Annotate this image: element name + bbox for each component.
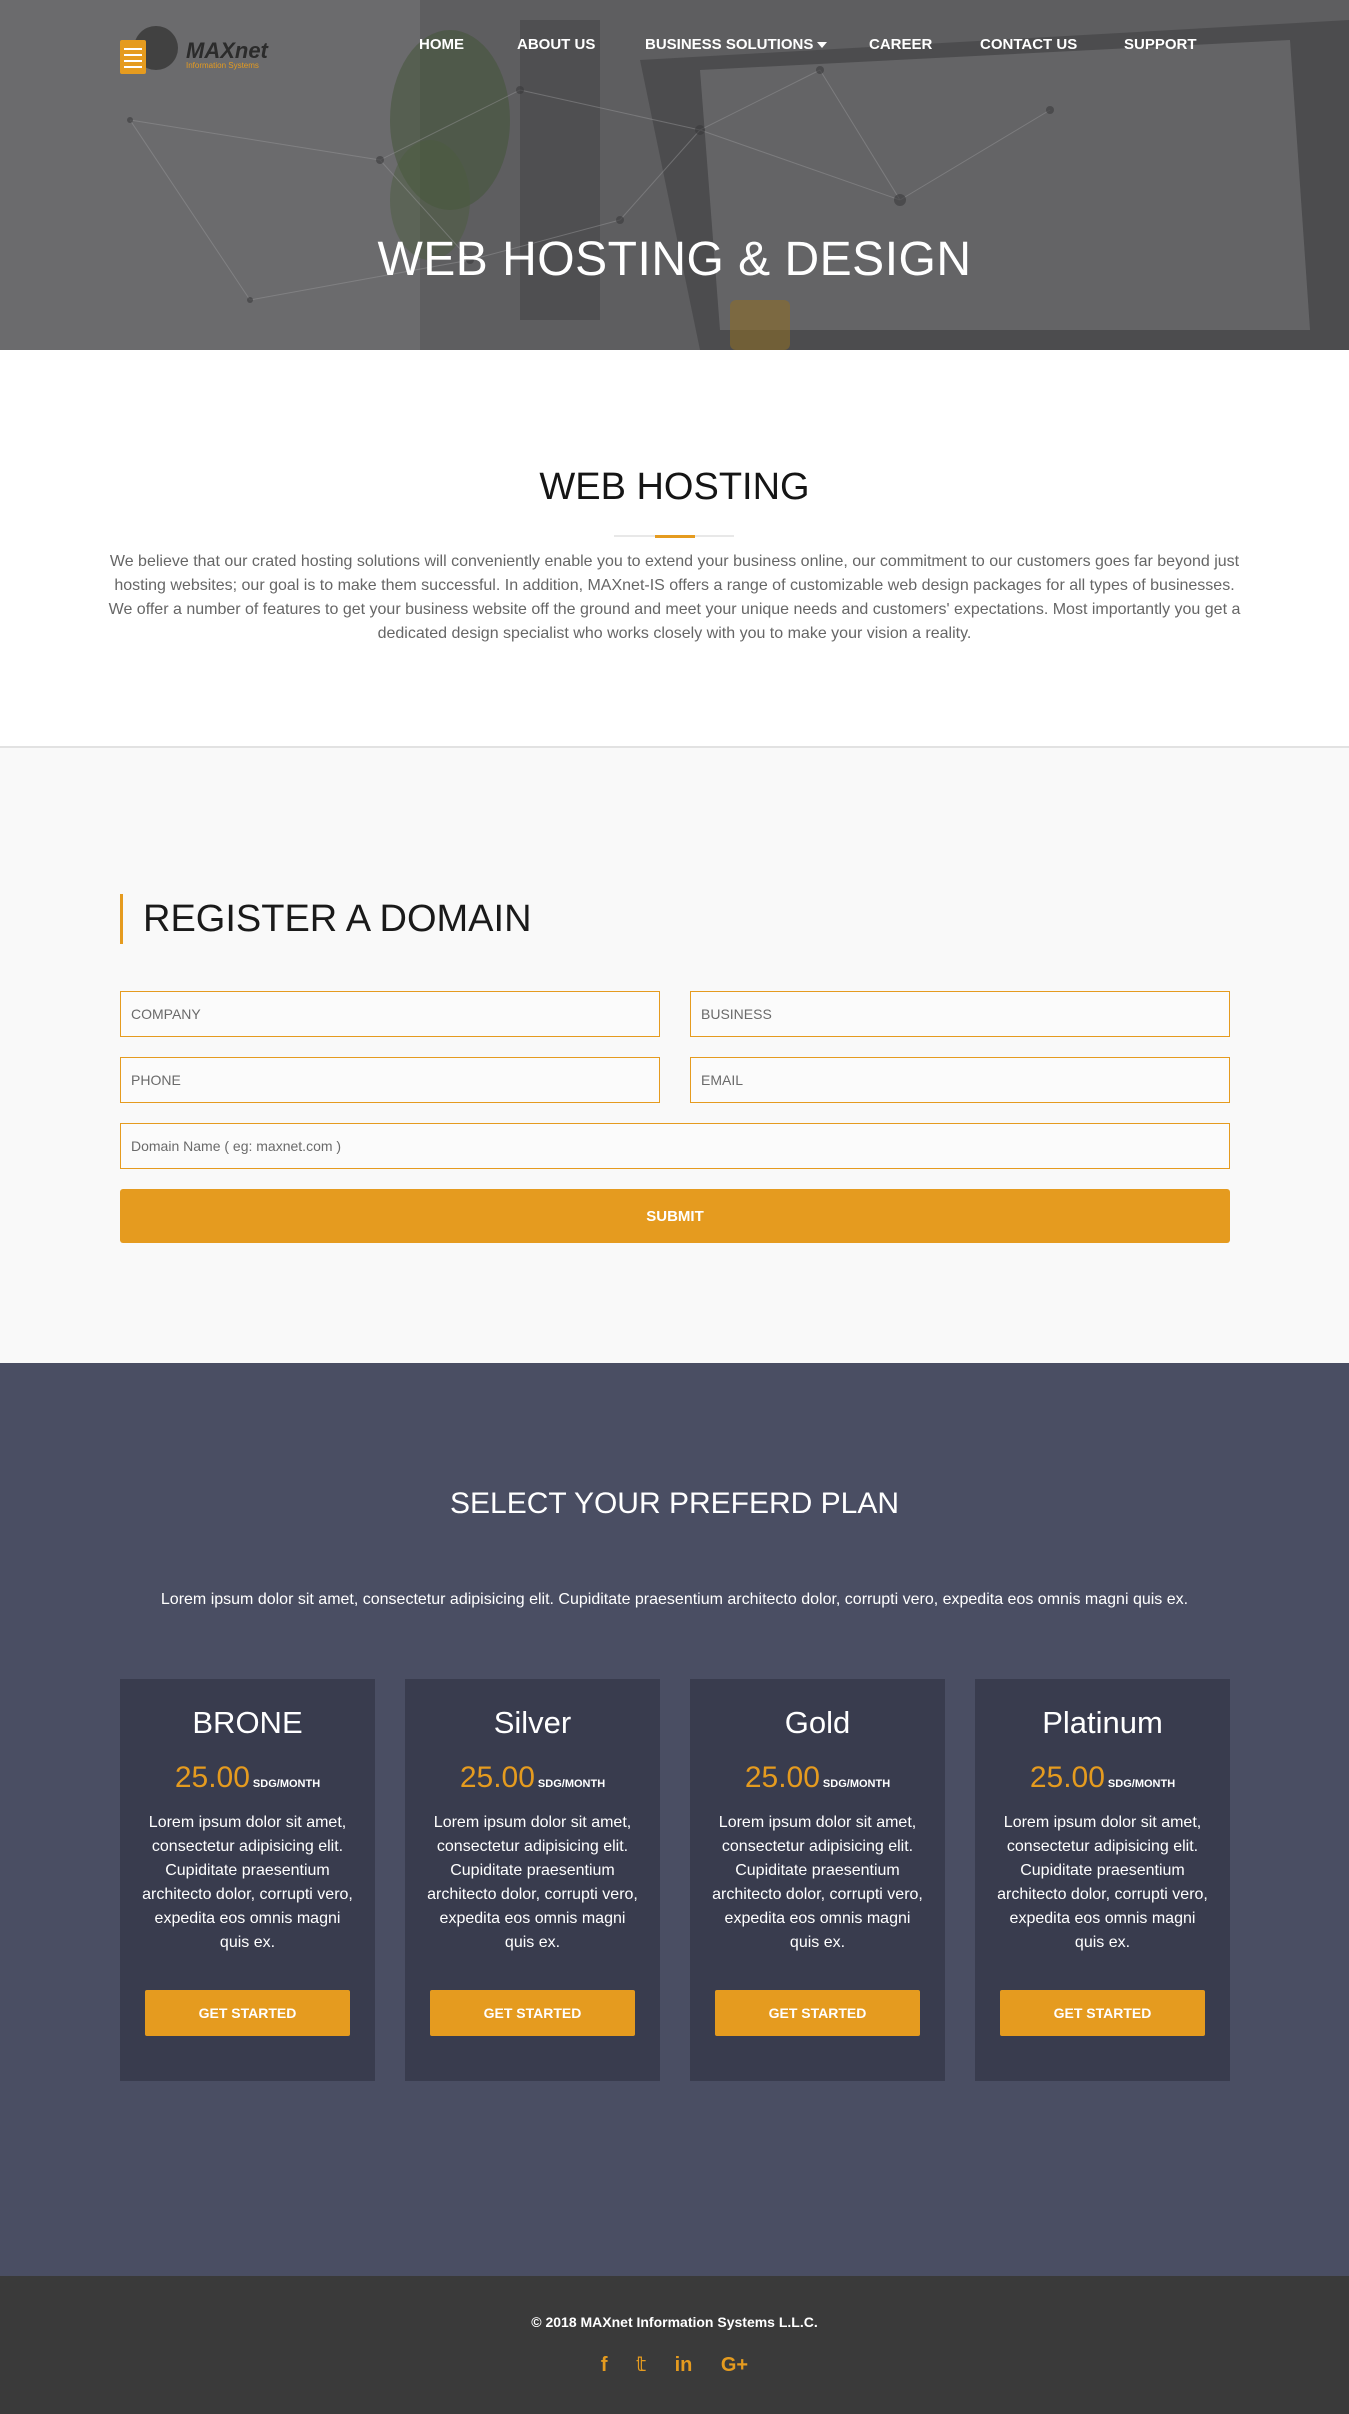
- plan-card-brone: BRONE 25.00 SDG/MONTH Lorem ipsum dolor s…: [120, 1679, 375, 2081]
- logo-subtitle: Information Systems: [186, 61, 259, 70]
- plan-price-unit: SDG/MONTH: [822, 1778, 891, 1790]
- caret-down-icon: [817, 42, 828, 49]
- register-domain-section: REGISTER A DOMAIN SUBMIT: [0, 748, 1349, 1363]
- plans-intro: Lorem ipsum dolor sit amet, consectetur …: [160, 1591, 1189, 1608]
- footer: © 2018 MAXnet Information Systems L.L.C.…: [0, 2276, 1349, 2414]
- web-hosting-section: WEB HOSTING We believe that our crated h…: [0, 350, 1349, 748]
- plan-price-row: 25.00 SDG/MONTH: [690, 1761, 945, 1795]
- nav-business-solutions[interactable]: BUSINESS SOLUTIONS: [645, 36, 828, 53]
- nav-contact-us[interactable]: CONTACT US: [980, 36, 1077, 53]
- plan-description: Lorem ipsum dolor sit amet, consectetur …: [427, 1814, 638, 1951]
- get-started-button[interactable]: GET STARTED: [430, 1990, 635, 2036]
- get-started-button[interactable]: GET STARTED: [1000, 1990, 1205, 2036]
- company-field[interactable]: [120, 991, 660, 1037]
- submit-button[interactable]: SUBMIT: [120, 1189, 1230, 1243]
- plan-price: 25.00: [1029, 1761, 1105, 1794]
- plan-price-row: 25.00 SDG/MONTH: [975, 1761, 1230, 1795]
- title-divider-accent: [655, 535, 695, 538]
- main-nav: HOME ABOUT US BUSINESS SOLUTIONS CAREER …: [0, 36, 1349, 58]
- plans-title: SELECT YOUR PREFERD PLAN: [449, 1487, 900, 1520]
- nav-career[interactable]: CAREER: [869, 36, 932, 53]
- plan-name: BRONE: [192, 1705, 303, 1740]
- linkedin-icon[interactable]: in: [675, 2354, 693, 2377]
- email-field[interactable]: [690, 1057, 1230, 1103]
- get-started-button[interactable]: GET STARTED: [715, 1990, 920, 2036]
- nav-business-solutions-label: BUSINESS SOLUTIONS: [645, 36, 814, 53]
- plan-name: Silver: [493, 1705, 572, 1740]
- plan-price-row: 25.00 SDG/MONTH: [120, 1761, 375, 1795]
- google-plus-icon[interactable]: G+: [721, 2354, 748, 2377]
- domain-name-field[interactable]: [120, 1123, 1230, 1169]
- plan-price: 25.00: [459, 1761, 535, 1794]
- plan-price-unit: SDG/MONTH: [1107, 1778, 1176, 1790]
- plans-section: SELECT YOUR PREFERD PLAN Lorem ipsum dol…: [0, 1363, 1349, 2276]
- phone-field[interactable]: [120, 1057, 660, 1103]
- plan-price-row: 25.00 SDG/MONTH: [405, 1761, 660, 1795]
- plan-description: Lorem ipsum dolor sit amet, consectetur …: [142, 1814, 353, 1951]
- twitter-icon[interactable]: 𝕥: [636, 2352, 646, 2377]
- plan-price: 25.00: [744, 1761, 820, 1794]
- get-started-button[interactable]: GET STARTED: [145, 1990, 350, 2036]
- plan-card-gold: Gold 25.00 SDG/MONTH Lorem ipsum dolor si…: [690, 1679, 945, 2081]
- copyright-text: © 2018 MAXnet Information Systems L.L.C.: [531, 2314, 818, 2330]
- hero-banner: MAXnet Information Systems HOME ABOUT US…: [0, 0, 1349, 350]
- nav-support[interactable]: SUPPORT: [1124, 36, 1197, 53]
- hero-title: WEB HOSTING & DESIGN: [377, 233, 972, 286]
- business-field[interactable]: [690, 991, 1230, 1037]
- facebook-icon[interactable]: f: [601, 2354, 608, 2377]
- plan-price-unit: SDG/MONTH: [252, 1778, 321, 1790]
- section-body: We believe that our crated hosting solut…: [108, 553, 1241, 642]
- plan-description: Lorem ipsum dolor sit amet, consectetur …: [712, 1814, 923, 1951]
- plan-name: Platinum: [1042, 1705, 1163, 1740]
- nav-home[interactable]: HOME: [419, 36, 464, 53]
- plan-card-silver: Silver 25.00 SDG/MONTH Lorem ipsum dolor …: [405, 1679, 660, 2081]
- plan-price: 25.00: [174, 1761, 250, 1794]
- section-title: WEB HOSTING: [539, 466, 810, 508]
- plan-name: Gold: [784, 1705, 851, 1740]
- register-title: REGISTER A DOMAIN: [120, 894, 532, 944]
- social-links: f 𝕥 in G+: [0, 2352, 1349, 2377]
- plan-card-platinum: Platinum 25.00 SDG/MONTH Lorem ipsum dolo…: [975, 1679, 1230, 2081]
- plan-price-unit: SDG/MONTH: [537, 1778, 606, 1790]
- plan-description: Lorem ipsum dolor sit amet, consectetur …: [997, 1814, 1208, 1951]
- nav-about-us[interactable]: ABOUT US: [517, 36, 595, 53]
